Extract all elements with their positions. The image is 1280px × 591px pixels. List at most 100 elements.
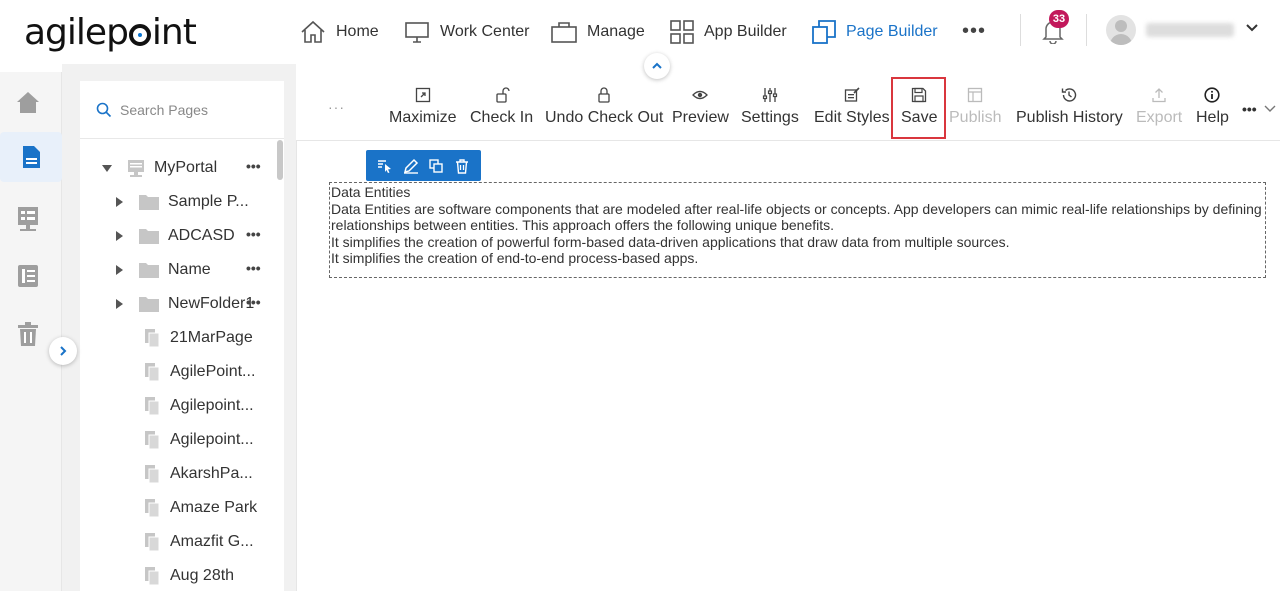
notification-badge: 33 [1049, 10, 1069, 28]
tree-page-item[interactable]: Amazfit G... [142, 527, 254, 557]
folder-icon [139, 297, 159, 312]
user-name-blurred[interactable] [1146, 23, 1234, 37]
user-avatar[interactable] [1106, 15, 1136, 45]
home-filled-icon [17, 92, 39, 113]
pencil-icon[interactable] [403, 158, 419, 174]
tree-item-label: Amaze Park [170, 499, 258, 516]
check-in-button[interactable]: Check In [470, 87, 533, 135]
rail-pages[interactable] [0, 132, 62, 182]
duplicate-icon[interactable] [428, 158, 444, 174]
folder-more-button[interactable]: ••• [246, 294, 261, 310]
caret-down-icon[interactable] [102, 163, 112, 173]
help-button[interactable]: Help [1196, 87, 1229, 135]
tree-page-item[interactable]: Agilepoint... [142, 391, 254, 421]
agilepoint-logo[interactable]: agilep int [24, 12, 197, 53]
rail-trash[interactable] [6, 312, 50, 356]
rail-templates[interactable] [6, 196, 50, 240]
page-file-icon [145, 465, 160, 484]
publish-icon [968, 87, 983, 103]
page-file-icon [145, 363, 160, 382]
edit-styles-button[interactable]: Edit Styles [814, 87, 890, 135]
copy-icon [812, 20, 836, 44]
user-menu-chevron[interactable] [1244, 20, 1260, 41]
home-icon [301, 20, 325, 43]
folder-icon [139, 195, 159, 210]
nav-manage[interactable]: Manage [551, 18, 645, 46]
upload-icon [1152, 88, 1166, 103]
logo-text-right: int [151, 12, 197, 53]
delete-icon[interactable] [454, 158, 470, 174]
select-cursor-icon[interactable] [377, 158, 393, 174]
tree-folder-item[interactable]: Name [114, 255, 211, 285]
folder-icon [139, 229, 159, 244]
info-icon [1204, 87, 1221, 103]
page-builder-toolbar: ··· Maximize Check In Undo Check Out Pre… [296, 81, 1280, 141]
trash-icon [18, 322, 38, 346]
nav-home[interactable]: Home [300, 18, 379, 46]
tree-item-label: Agilepoint... [170, 397, 254, 414]
chevron-down-icon [1264, 105, 1276, 112]
content-benefit-1: It simplifies the creation of powerful f… [331, 233, 1010, 250]
caret-right-icon[interactable] [114, 197, 124, 207]
tree-item-label: Sample P... [168, 193, 249, 210]
help-label: Help [1196, 109, 1229, 126]
preview-button[interactable]: Preview [672, 87, 729, 135]
nav-manage-label: Manage [587, 23, 645, 40]
rail-home[interactable] [6, 80, 50, 124]
publish-button[interactable]: Publish [949, 87, 1001, 135]
tree-page-item[interactable]: AkarshPa... [142, 459, 253, 489]
nav-divider [1020, 14, 1021, 46]
tree-page-item[interactable]: 21MarPage [142, 323, 253, 353]
maximize-button[interactable]: Maximize [389, 87, 457, 135]
toolbar-leading-dots[interactable]: ··· [328, 99, 345, 115]
page-file-icon [145, 499, 160, 518]
export-button[interactable]: Export [1136, 87, 1182, 135]
toolbar-more-button[interactable]: ••• [1242, 101, 1277, 117]
tree-root-myportal[interactable]: MyPortal [102, 153, 217, 183]
portal-icon [128, 160, 144, 177]
tree-page-item[interactable]: Aug 28th [142, 561, 234, 591]
chevron-down-icon [1246, 24, 1258, 32]
nav-more-button[interactable]: ••• [962, 20, 986, 43]
tree-folder-item[interactable]: NewFolder1 [114, 289, 254, 319]
maximize-icon [415, 87, 430, 103]
nav-app-builder[interactable]: App Builder [670, 18, 787, 46]
publish-history-button[interactable]: Publish History [1016, 87, 1123, 135]
eye-icon [692, 90, 709, 100]
tree-item-label: Agilepoint... [170, 431, 254, 448]
folder-icon [139, 263, 159, 278]
search-pages-input[interactable] [120, 101, 270, 118]
tree-item-label: 21MarPage [170, 329, 253, 346]
expand-panel-button[interactable] [49, 337, 77, 365]
rail-list[interactable] [6, 254, 50, 298]
grid-icon [670, 20, 694, 44]
folder-more-button[interactable]: ••• [246, 260, 261, 276]
tree-scrollbar[interactable] [277, 140, 283, 180]
tree-page-item[interactable]: Agilepoint... [142, 425, 254, 455]
page-file-icon [145, 567, 160, 586]
rich-text-widget[interactable]: Data Entities Data Entities are software… [329, 182, 1266, 278]
page-file-icon [145, 431, 160, 450]
tree-page-item[interactable]: Amaze Park [142, 493, 257, 523]
tree-folder-item[interactable]: ADCASD [114, 221, 235, 251]
caret-right-icon[interactable] [114, 299, 124, 309]
folder-more-button[interactable]: ••• [246, 226, 261, 242]
caret-right-icon[interactable] [114, 231, 124, 241]
tree-folder-item[interactable]: Sample P... [114, 187, 249, 217]
history-icon [1062, 88, 1077, 102]
logo-o-mark [128, 24, 151, 46]
content-benefit-2: It simplifies the creation of end-to-end… [331, 250, 699, 266]
collapse-header-button[interactable] [644, 53, 670, 79]
tree-page-item[interactable]: AgilePoint... [142, 357, 255, 387]
root-more-button[interactable]: ••• [246, 158, 261, 174]
nav-page-builder[interactable]: Page Builder [812, 18, 938, 46]
form-list-icon [18, 207, 38, 231]
nav-work-center[interactable]: Work Center [404, 18, 530, 46]
nav-app-builder-label: App Builder [704, 23, 787, 40]
undo-check-out-button[interactable]: Undo Check Out [545, 87, 663, 135]
preview-label: Preview [672, 109, 729, 126]
tree-item-label: Name [168, 261, 211, 278]
caret-right-icon[interactable] [114, 265, 124, 275]
settings-button[interactable]: Settings [741, 87, 799, 135]
content-paragraph: Data Entities are software components th… [331, 200, 1262, 234]
